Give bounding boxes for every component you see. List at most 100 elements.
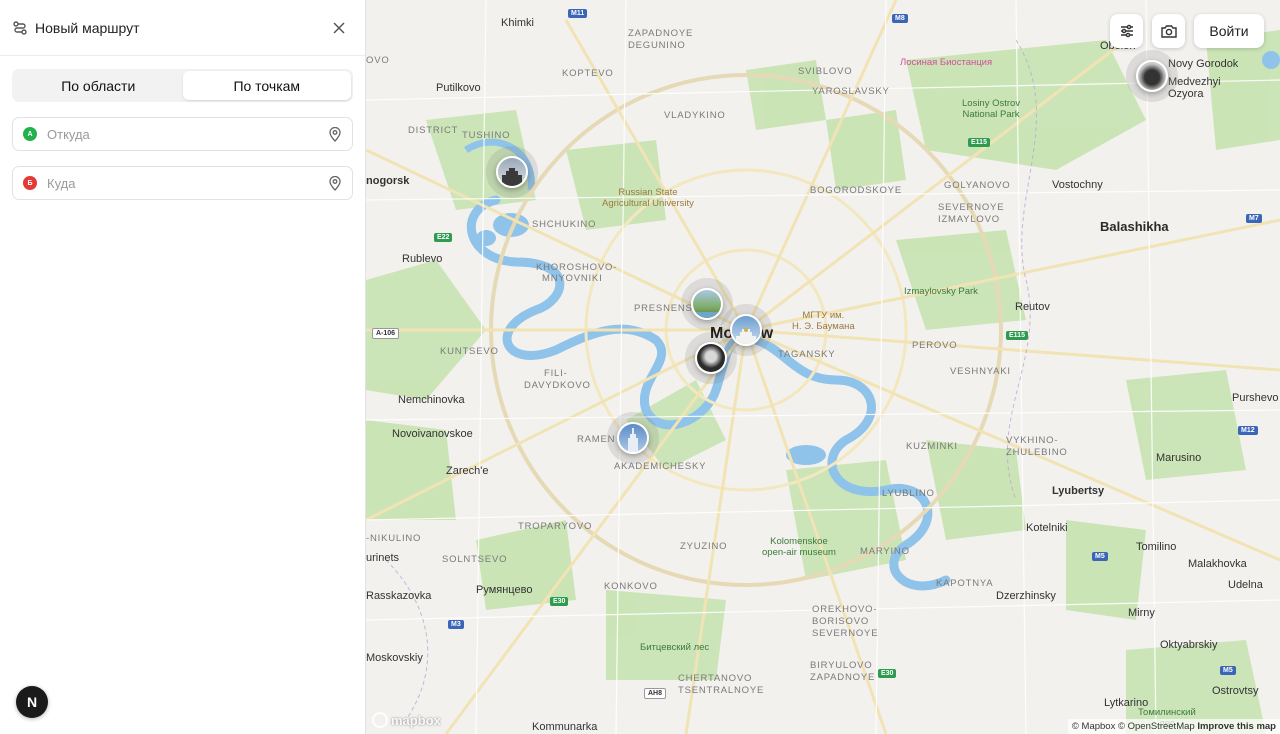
shield-m5: M5 xyxy=(1092,552,1108,561)
sidebar-title: Новый маршрут xyxy=(35,19,140,36)
label-zarechye: Zarech'e xyxy=(446,465,489,477)
mapbox-logo[interactable]: mapbox xyxy=(372,712,441,728)
label-borisovo: BORISOVO xyxy=(812,616,870,627)
label-ramenki: RAMEN xyxy=(577,434,616,445)
label-kuzminki: KUZMINKI xyxy=(906,441,958,452)
map-canvas[interactable]: Khimki OVO Putilkovo DISTRICT TUSHINO no… xyxy=(366,0,1280,734)
label-nikulino: -NIKULINO xyxy=(366,533,422,544)
label-nogorsk: nogorsk xyxy=(366,175,410,187)
label-tushino: TUSHINO xyxy=(462,130,511,141)
camera-icon xyxy=(1160,25,1177,38)
tab-by-area[interactable]: По области xyxy=(14,71,183,100)
improve-map-link[interactable]: Improve this map xyxy=(1197,721,1276,732)
shield-m11: M11 xyxy=(568,9,588,18)
login-button[interactable]: Войти xyxy=(1194,14,1264,48)
filter-button[interactable] xyxy=(1110,14,1143,48)
photo-marker[interactable] xyxy=(617,422,649,454)
photo-marker[interactable] xyxy=(691,288,723,320)
label-purshevo: Purshevo xyxy=(1232,392,1279,404)
photo-marker[interactable] xyxy=(496,156,528,188)
label-ostrovtsy: Ostrovtsy xyxy=(1212,685,1259,697)
location-pin-icon[interactable] xyxy=(328,175,342,191)
label-lyubertsy: Lyubertsy xyxy=(1052,485,1105,497)
route-icon xyxy=(12,20,28,36)
point-a-badge: A xyxy=(23,127,37,141)
label-kommunarka: Kommunarka xyxy=(532,721,598,733)
label-ovo: OVO xyxy=(366,55,390,66)
location-pin-icon[interactable] xyxy=(328,126,342,142)
label-bitsevsky: Битцевский лес xyxy=(640,642,710,653)
label-kapotnya: KAPOTNYA xyxy=(936,578,994,589)
label-khoroshovo: KHOROSHOVO- xyxy=(536,262,618,273)
label-vladykino: VLADYKINO xyxy=(664,110,726,121)
label-vostochny: Vostochny xyxy=(1052,179,1103,191)
label-yaroslavsky: YAROSLAVSKY xyxy=(812,86,890,97)
camera-button[interactable] xyxy=(1152,14,1185,48)
route-sidebar: Новый маршрут По области По точкам A Б N xyxy=(0,0,366,734)
shield-ah8: AH8 xyxy=(644,688,667,699)
shield-e115b: E115 xyxy=(1006,331,1028,340)
label-khimki: Khimki xyxy=(501,17,535,29)
photo-marker[interactable] xyxy=(695,342,727,374)
label-dzerzhinsky: Dzerzhinsky xyxy=(996,590,1056,602)
to-field[interactable]: Б xyxy=(12,166,353,200)
label-lyublino: LYUBLINO xyxy=(882,488,935,499)
label-kuntsevo: KUNTSEVO xyxy=(440,346,499,357)
label-degunino: DEGUNINO xyxy=(628,40,686,51)
point-b-badge: Б xyxy=(23,176,37,190)
label-zyuzino: ZYUZINO xyxy=(680,541,728,552)
label-district: DISTRICT xyxy=(408,125,459,136)
label-zapadnoe: ZAPADNOYE xyxy=(810,672,876,683)
label-marusino: Marusino xyxy=(1156,452,1202,464)
label-bauman: МГТУ им. Н. Э. Баумана xyxy=(792,310,855,332)
filter-icon xyxy=(1120,24,1133,38)
shield-m7: M7 xyxy=(1246,214,1262,223)
label-biryulovo: BIRYULOVO xyxy=(810,660,873,671)
from-input[interactable] xyxy=(47,126,328,142)
to-input[interactable] xyxy=(47,175,328,191)
label-veshnyaki: VESHNYAKI xyxy=(950,366,1011,377)
photo-marker[interactable] xyxy=(1136,60,1168,92)
label-timiryazev: Russian State Agricultural University xyxy=(602,187,694,209)
close-icon[interactable] xyxy=(329,18,349,38)
attribution-mapbox[interactable]: © Mapbox xyxy=(1072,721,1115,732)
label-chertanovo: CHERTANOVO xyxy=(678,673,753,684)
label-tomilino: Tomilino xyxy=(1136,541,1177,553)
label-presnensky: PRESNENS xyxy=(634,303,693,314)
label-novy-gorodok: Novy Gorodok xyxy=(1168,58,1239,70)
label-severnoye-izm: SEVERNOYE xyxy=(938,202,1005,213)
label-fili: FILI- xyxy=(544,368,568,379)
label-shchukino: SHCHUKINO xyxy=(532,219,597,230)
mapbox-logo-text: mapbox xyxy=(391,712,441,728)
label-severnoe2: SEVERNOYE xyxy=(812,628,879,639)
label-oktyabrsky: Oktyabrskiy xyxy=(1160,639,1218,651)
label-udelna: Udelna xyxy=(1228,579,1263,591)
label-izmaylovo: IZMAYLOVO xyxy=(938,214,1000,225)
shield-e115a: E115 xyxy=(968,138,990,147)
label-rublevo: Rublevo xyxy=(402,253,443,265)
label-rasskazovka: Rasskazovka xyxy=(366,590,432,602)
label-izmaylovsky-park: Izmaylovsky Park xyxy=(904,286,978,297)
from-field[interactable]: A xyxy=(12,117,353,151)
label-kolomenskoe: Kolomenskoe open-air museum xyxy=(762,536,836,558)
label-taganka: TAGANSKY xyxy=(778,349,836,360)
label-davydkovo: DAVYDKOVO xyxy=(524,380,591,391)
label-rumyantsevo: Румянцево xyxy=(476,584,533,596)
label-tsentralnoe: TSENTRALNOYE xyxy=(678,685,765,696)
shield-m8: M8 xyxy=(892,14,908,23)
app: Новый маршрут По области По точкам A Б N xyxy=(0,0,1280,734)
label-balashikha: Balashikha xyxy=(1100,219,1169,234)
shield-e22: E22 xyxy=(434,233,453,242)
label-novoivanovskoe: Novoivanovskoe xyxy=(392,428,473,440)
shield-e30b: E30 xyxy=(878,669,897,678)
attribution-osm[interactable]: © OpenStreetMap xyxy=(1118,721,1195,732)
label-zapadnoe-deg: ZAPADNOYE xyxy=(628,28,694,39)
shield-m12: M12 xyxy=(1238,426,1258,435)
label-orekhovo: OREKHOVO- xyxy=(812,604,878,615)
label-losiny-ostrov: Losiny Ostrov National Park xyxy=(962,98,1021,120)
tab-by-points[interactable]: По точкам xyxy=(182,71,351,100)
next-logo-badge[interactable]: N xyxy=(16,686,48,718)
label-perovo: PEROVO xyxy=(912,340,958,351)
label-bogorodskoe: BOGORODSKOYE xyxy=(810,185,902,196)
photo-marker[interactable] xyxy=(730,314,762,346)
